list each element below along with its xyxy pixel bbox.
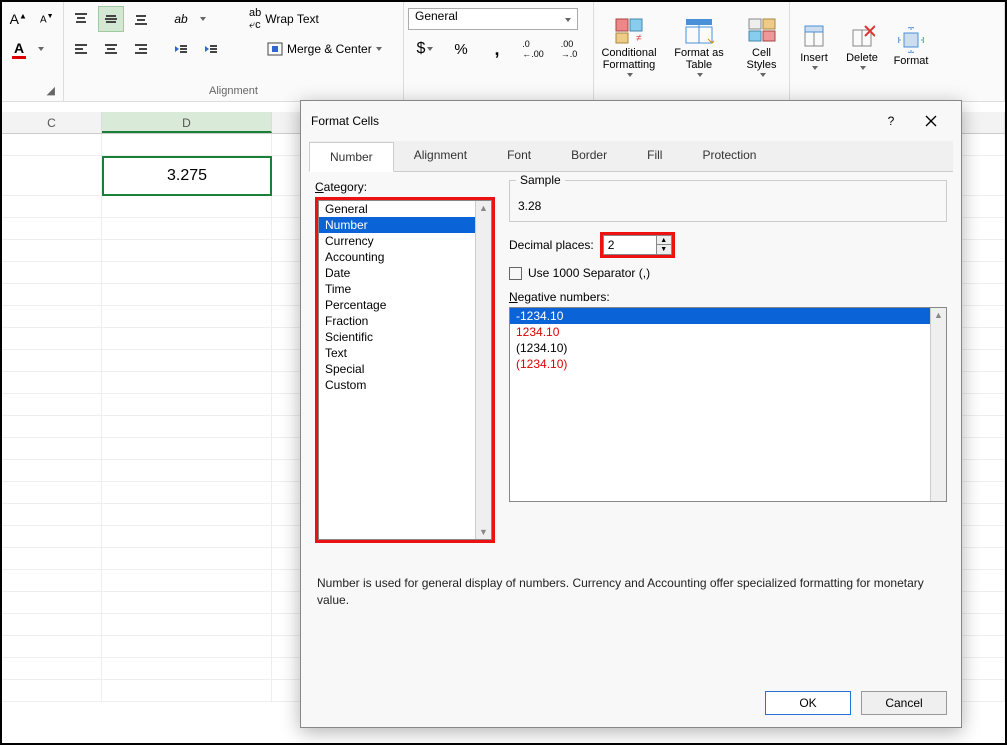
category-item[interactable]: Accounting — [319, 249, 491, 265]
insert-button[interactable]: Insert — [790, 2, 838, 92]
decimal-places-highlight: ▲▼ — [600, 232, 675, 258]
dialog-title: Format Cells — [311, 114, 379, 128]
category-item[interactable]: Custom — [319, 377, 491, 393]
decimal-places-label: Decimal places: — [509, 238, 594, 252]
category-label: Category: — [315, 180, 495, 194]
tab-fill[interactable]: Fill — [627, 141, 682, 171]
conditional-formatting-button[interactable]: ≠ Conditional Formatting — [594, 2, 664, 92]
merge-center-label: Merge & Center — [287, 42, 372, 56]
format-button[interactable]: Format — [886, 2, 936, 92]
tab-alignment[interactable]: Alignment — [394, 141, 487, 171]
spin-down-icon[interactable]: ▼ — [657, 245, 671, 254]
increase-font-icon[interactable]: A▲ — [6, 6, 31, 32]
increase-indent-icon[interactable] — [198, 36, 224, 62]
decrease-font-icon[interactable]: A▼ — [35, 6, 60, 32]
help-button[interactable]: ? — [871, 109, 911, 133]
align-left-icon[interactable] — [68, 36, 94, 62]
font-color-icon[interactable]: A — [6, 36, 32, 62]
category-item[interactable]: Scientific — [319, 329, 491, 345]
percent-icon[interactable]: % — [448, 36, 474, 62]
alignment-section-label: Alignment — [68, 83, 399, 99]
align-top-icon[interactable] — [68, 6, 94, 32]
format-cells-dialog: Format Cells ? NumberAlignmentFontBorder… — [300, 100, 962, 728]
wrap-text-label: Wrap Text — [265, 12, 319, 26]
category-item[interactable]: General — [319, 201, 491, 217]
category-item[interactable]: Number — [319, 217, 491, 233]
dialog-tabs: NumberAlignmentFontBorderFillProtection — [309, 141, 953, 172]
merge-center-button[interactable]: Merge & Center — [262, 36, 387, 62]
tab-protection[interactable]: Protection — [682, 141, 776, 171]
svg-text:≠: ≠ — [636, 33, 642, 44]
negative-format-item[interactable]: 1234.10 — [510, 324, 946, 340]
tab-border[interactable]: Border — [551, 141, 627, 171]
checkbox-icon — [509, 267, 522, 280]
scrollbar[interactable]: ▲ — [930, 308, 946, 501]
category-item[interactable]: Time — [319, 281, 491, 297]
format-as-table-button[interactable]: Format as Table — [664, 2, 734, 92]
thousands-separator-checkbox[interactable]: Use 1000 Separator (,) — [509, 266, 947, 280]
ribbon: A▲ A▼ A ◢ ab ab⤶c Wrap Text — [2, 2, 1005, 102]
wrap-text-icon[interactable]: ab⤶c Wrap Text — [244, 6, 324, 32]
scrollbar[interactable]: ▲▼ — [475, 201, 491, 539]
decrease-decimal-icon[interactable]: .00→.0 — [556, 36, 582, 62]
align-middle-icon[interactable] — [98, 6, 124, 32]
decrease-indent-icon[interactable] — [168, 36, 194, 62]
category-item[interactable]: Percentage — [319, 297, 491, 313]
category-item[interactable]: Currency — [319, 233, 491, 249]
tab-font[interactable]: Font — [487, 141, 551, 171]
decimal-places-input[interactable] — [603, 235, 657, 255]
align-bottom-icon[interactable] — [128, 6, 154, 32]
description-text: Number is used for general display of nu… — [301, 551, 961, 609]
align-center-icon[interactable] — [98, 36, 124, 62]
align-right-icon[interactable] — [128, 36, 154, 62]
close-button[interactable] — [911, 109, 951, 133]
increase-decimal-icon[interactable]: .0←.00 — [520, 36, 546, 62]
orientation-icon[interactable]: ab — [168, 6, 194, 32]
category-item[interactable]: Special — [319, 361, 491, 377]
col-header-d[interactable]: D — [102, 112, 272, 133]
sample-label: Sample — [516, 173, 565, 187]
category-highlight: GeneralNumberCurrencyAccountingDateTimeP… — [315, 197, 495, 543]
negative-format-item[interactable]: -1234.10 — [510, 308, 946, 324]
scroll-up-icon[interactable]: ▲ — [932, 308, 945, 322]
cancel-button[interactable]: Cancel — [861, 691, 947, 715]
font-dialog-launcher[interactable]: ◢ — [6, 82, 59, 99]
cell-styles-button[interactable]: Cell Styles — [734, 2, 789, 92]
negative-format-item[interactable]: (1234.10) — [510, 340, 946, 356]
category-item[interactable]: Date — [319, 265, 491, 281]
delete-button[interactable]: Delete — [838, 2, 886, 92]
decimal-spinner[interactable]: ▲▼ — [657, 235, 672, 255]
selected-cell[interactable]: 3.275 — [102, 156, 272, 196]
comma-icon[interactable]: , — [484, 36, 510, 62]
currency-icon[interactable]: $ — [412, 36, 438, 62]
number-format-dropdown[interactable]: General — [408, 8, 578, 30]
spin-up-icon[interactable]: ▲ — [657, 236, 671, 245]
scroll-down-icon[interactable]: ▼ — [477, 525, 490, 539]
thousands-separator-label: Use 1000 Separator (,) — [528, 266, 650, 280]
tab-number[interactable]: Number — [309, 142, 394, 172]
sample-value: 3.28 — [518, 199, 541, 213]
scroll-up-icon[interactable]: ▲ — [477, 201, 490, 215]
sample-box: Sample 3.28 — [509, 180, 947, 222]
negative-format-item[interactable]: (1234.10) — [510, 356, 946, 372]
cell-c[interactable] — [2, 156, 102, 195]
negative-numbers-label: Negative numbers: — [509, 290, 947, 304]
category-item[interactable]: Fraction — [319, 313, 491, 329]
category-item[interactable]: Text — [319, 345, 491, 361]
category-list[interactable]: GeneralNumberCurrencyAccountingDateTimeP… — [318, 200, 492, 540]
col-header-c[interactable]: C — [2, 112, 102, 133]
ok-button[interactable]: OK — [765, 691, 851, 715]
negative-numbers-list[interactable]: -1234.101234.10(1234.10)(1234.10)▲ — [509, 307, 947, 502]
